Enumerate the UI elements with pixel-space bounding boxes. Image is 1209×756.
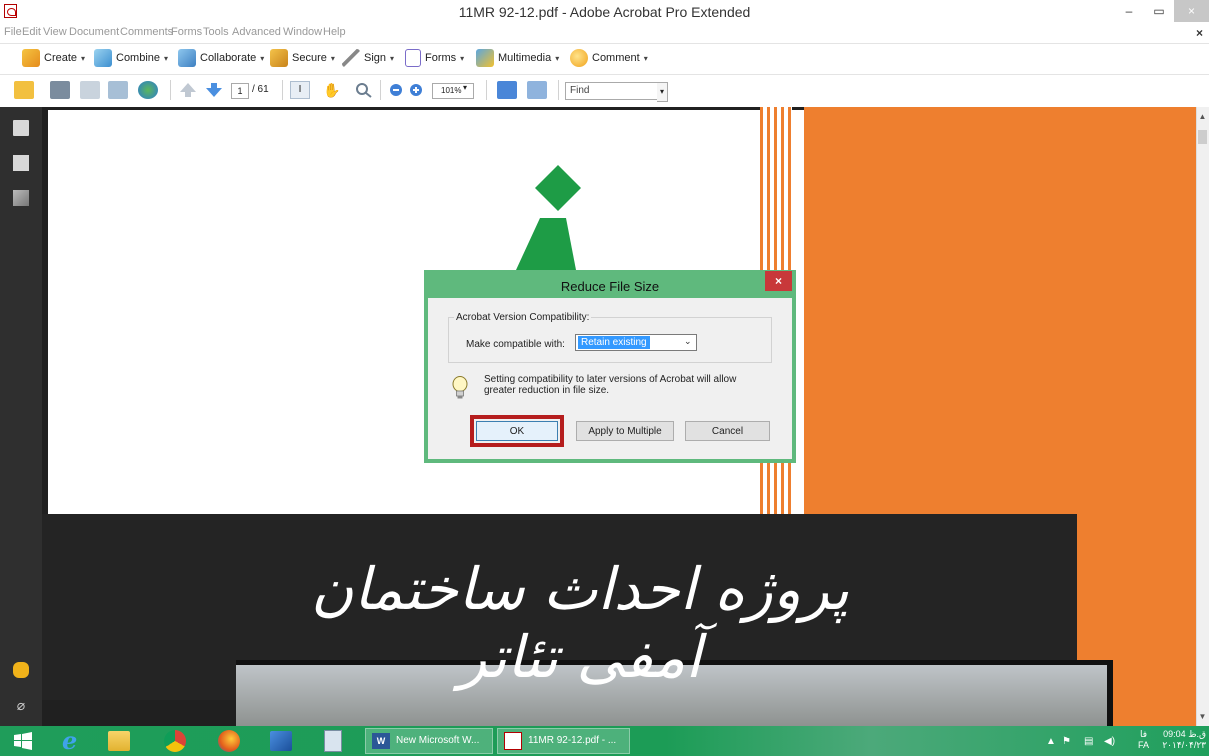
window-title: 11MR 92-12.pdf - Adobe Acrobat Pro Exten… [458, 4, 751, 20]
menu-help[interactable]: Help [323, 26, 346, 38]
toolbar-separator [282, 80, 283, 100]
page-total-label: / 61 [252, 84, 269, 95]
pages-icon[interactable] [13, 120, 29, 136]
scrollbar-thumb[interactable] [1198, 130, 1207, 144]
lightbulb-icon [452, 376, 468, 399]
toolbar-separator [170, 80, 171, 100]
forms-icon [405, 49, 421, 67]
zoom-out-button[interactable] [386, 81, 406, 99]
network-icon[interactable]: ▤ [1084, 736, 1093, 747]
collaborate-button[interactable]: Collaborate ▾ [178, 49, 264, 67]
find-input[interactable]: Find [565, 82, 659, 100]
bookmarks-icon[interactable] [13, 155, 29, 171]
menu-tools[interactable]: Tools [203, 26, 229, 38]
action-center-flag-icon[interactable]: ⚑ [1062, 736, 1071, 747]
language-indicator[interactable]: فا FA [1138, 729, 1149, 751]
create-button[interactable]: Create ▾ [22, 49, 85, 67]
sign-button[interactable]: Sign ▾ [342, 49, 394, 67]
scroll-down-arrow-icon[interactable]: ▼ [1196, 712, 1209, 721]
next-page-icon[interactable] [204, 81, 224, 99]
multimedia-button[interactable]: Multimedia ▾ [476, 49, 559, 67]
menu-forms[interactable]: Forms [171, 26, 202, 38]
share-globe-icon[interactable] [138, 81, 158, 99]
multimedia-icon [476, 49, 494, 67]
comments-icon[interactable] [13, 662, 29, 678]
comment-icon [570, 49, 588, 67]
menu-edit[interactable]: Edit [22, 26, 41, 38]
close-window-button[interactable]: × [1174, 0, 1209, 22]
minimize-button[interactable]: – [1114, 0, 1144, 22]
compatible-with-label: Make compatible with: [466, 339, 565, 350]
compatibility-group-label: Acrobat Version Compatibility: [454, 312, 592, 323]
print-icon[interactable] [50, 81, 70, 99]
menu-file[interactable]: File [4, 26, 22, 38]
magnifier-icon [356, 83, 372, 98]
firefox-icon[interactable] [218, 730, 240, 752]
document-close-button[interactable]: × [1196, 26, 1203, 40]
zoom-tool-icon[interactable] [354, 81, 374, 99]
menu-view[interactable]: View [43, 26, 67, 38]
zoom-dropdown-arrow[interactable]: ▾ [463, 83, 473, 99]
combine-button[interactable]: Combine ▾ [94, 49, 168, 67]
zoom-in-icon [410, 84, 422, 96]
scroll-up-arrow-icon[interactable]: ▲ [1196, 112, 1209, 121]
fit-width-icon[interactable] [497, 81, 517, 99]
menu-document[interactable]: Document [69, 26, 119, 38]
attachments-paperclip-icon[interactable]: ⌀ [13, 697, 29, 713]
word-icon: W [372, 733, 390, 749]
green-logo [516, 165, 581, 270]
find-dropdown-arrow[interactable]: ▾ [657, 82, 668, 102]
taskbar-word-button[interactable]: W New Microsoft W... [365, 728, 493, 754]
chevron-down-icon[interactable]: ⌄ [684, 336, 692, 347]
restore-button[interactable]: ▭ [1144, 0, 1174, 22]
menu-advanced[interactable]: Advanced [232, 26, 281, 38]
chrome-icon[interactable] [164, 730, 186, 752]
dialog-close-button[interactable]: × [765, 271, 792, 291]
arrow-down-icon [206, 83, 222, 97]
compatibility-selected-value[interactable]: Retain existing [578, 336, 650, 349]
menu-comments[interactable]: Comments [120, 26, 173, 38]
compatibility-info-text: Setting compatibility to later versions … [484, 374, 737, 396]
remote-desktop-icon[interactable] [270, 731, 292, 751]
persian-title-text: پروژه احداث ساختمان آمفی تئاتر [311, 555, 849, 691]
collaborate-icon [178, 49, 196, 67]
select-tool-icon[interactable]: I [290, 81, 310, 99]
dialog-title: Reduce File Size [560, 279, 660, 294]
toolbar-separator [558, 80, 559, 100]
volume-icon[interactable]: ◀) [1104, 736, 1115, 747]
secure-button[interactable]: Secure ▾ [270, 49, 335, 67]
windows-start-icon[interactable] [14, 732, 32, 750]
pdf-icon [504, 732, 522, 750]
page-number-input[interactable]: 1 [231, 83, 249, 99]
ok-button[interactable]: OK [476, 421, 558, 441]
hand-tool-icon[interactable]: ✋ [322, 81, 342, 99]
show-hidden-icons-icon[interactable]: ▲ [1046, 736, 1056, 747]
pen-icon [342, 49, 360, 67]
vertical-scrollbar[interactable] [1196, 107, 1209, 726]
email-icon[interactable] [108, 81, 128, 99]
system-clock[interactable]: 09:04 ق.ظ ۲۰۱۴/۰۴/۲۳ [1160, 729, 1206, 751]
create-icon [22, 49, 40, 67]
fit-page-icon[interactable] [527, 81, 547, 99]
signatures-icon[interactable] [13, 190, 29, 206]
comment-button[interactable]: Comment ▾ [570, 49, 648, 67]
previous-page-icon[interactable] [178, 81, 198, 99]
save-icon[interactable] [80, 81, 100, 99]
toolbar-separator [380, 80, 381, 100]
cancel-button[interactable]: Cancel [685, 421, 770, 441]
file-explorer-icon[interactable] [108, 731, 130, 751]
internet-explorer-icon[interactable]: e [62, 728, 86, 754]
menu-window[interactable]: Window [283, 26, 322, 38]
lock-icon [270, 49, 288, 67]
taskbar-acrobat-button[interactable]: 11MR 92-12.pdf - ... [497, 728, 630, 754]
forms-button[interactable]: Forms ▾ [405, 49, 464, 67]
arrow-up-icon [180, 83, 196, 97]
calculator-icon[interactable] [324, 730, 342, 752]
open-folder-icon[interactable] [14, 81, 34, 99]
zoom-in-button[interactable] [406, 81, 426, 99]
combine-icon [94, 49, 112, 67]
apply-to-multiple-button[interactable]: Apply to Multiple [576, 421, 674, 441]
toolbar-separator [486, 80, 487, 100]
zoom-out-icon [390, 84, 402, 96]
